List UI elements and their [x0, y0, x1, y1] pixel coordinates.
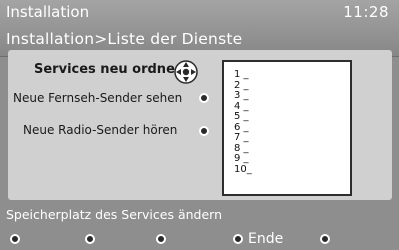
service-list-item[interactable]: 1 _: [234, 69, 252, 81]
footer-button-bar: Ende: [0, 228, 399, 250]
service-list-box[interactable]: 1 _ 2 _ 3 _ 4 _ 5 _ 6 _ 7 _ 8 _ 9 _ 10_: [222, 60, 352, 196]
menu-item-new-tv-channels[interactable]: Neue Fernseh-Sender sehen: [13, 91, 182, 105]
menu-panel: Services neu ordnen Neue Fernseh-Sender …: [8, 50, 392, 200]
color-key-icon: [156, 234, 166, 244]
footer-button-1[interactable]: [10, 232, 25, 246]
color-key-icon: [10, 234, 20, 244]
breadcrumb: Installation>Liste der Dienste: [6, 30, 243, 48]
service-list-item[interactable]: 9 _: [234, 153, 252, 165]
screen-title: Installation: [6, 3, 90, 21]
clock: 11:28: [343, 3, 389, 21]
service-list-item[interactable]: 5 _: [234, 111, 252, 123]
end-button[interactable]: Ende: [233, 231, 284, 247]
color-key-icon: [320, 234, 330, 244]
menu-item-new-radio-channels[interactable]: Neue Radio-Sender hören: [23, 123, 177, 137]
radio-dot-icon: [199, 93, 209, 103]
end-button-label: Ende: [248, 231, 284, 247]
hint-text: Speicherplatz des Services ändern: [6, 207, 223, 222]
color-key-icon: [233, 234, 243, 244]
menu-item-services-neu-ordnen[interactable]: Services neu ordnen: [34, 62, 184, 77]
tv-menu-screen: Installation 11:28 Installation>Liste de…: [0, 0, 399, 250]
service-list-item[interactable]: 10_: [234, 164, 252, 176]
footer-button-5[interactable]: [320, 232, 335, 246]
color-key-icon: [85, 234, 95, 244]
service-list-item[interactable]: 3 _: [234, 90, 252, 102]
footer-button-2[interactable]: [85, 232, 100, 246]
footer-button-3[interactable]: [156, 232, 171, 246]
service-list-item[interactable]: 7 _: [234, 132, 252, 144]
service-list: 1 _ 2 _ 3 _ 4 _ 5 _ 6 _ 7 _ 8 _ 9 _ 10_: [234, 69, 252, 176]
header-bar: Installation 11:28 Installation>Liste de…: [0, 0, 399, 57]
radio-dot-icon: [199, 126, 209, 136]
cursor-cross-icon: [174, 60, 198, 84]
